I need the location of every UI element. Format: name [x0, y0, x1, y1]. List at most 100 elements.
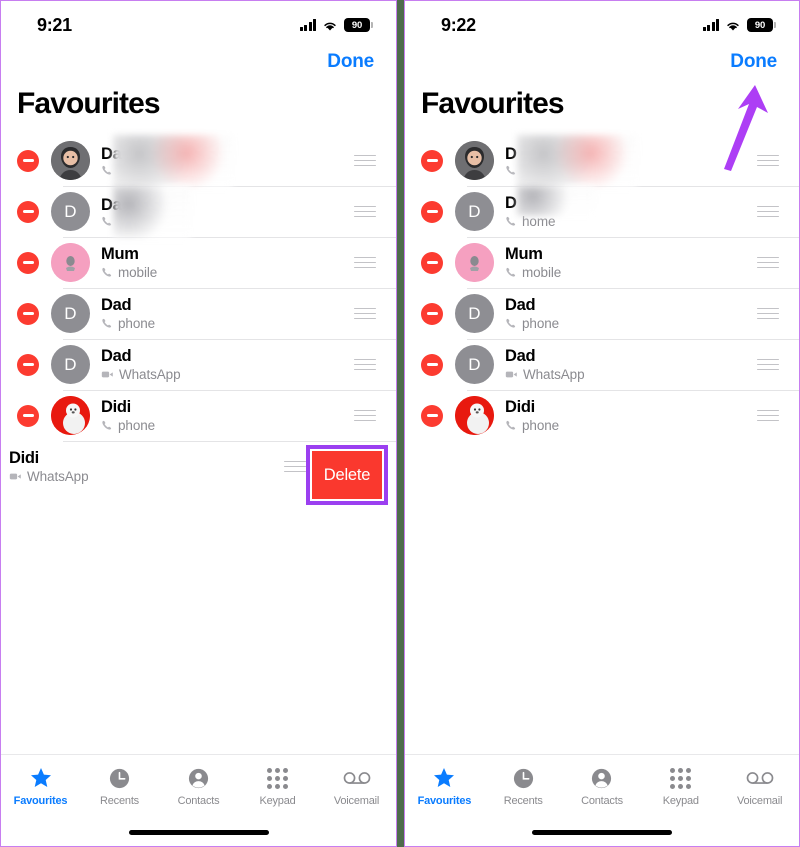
remove-minus-icon[interactable] [17, 251, 39, 274]
remove-minus-icon[interactable] [17, 149, 39, 172]
person-circle-icon [590, 765, 613, 791]
reorder-handle-icon[interactable] [354, 358, 376, 371]
reorder-handle-icon[interactable] [354, 307, 376, 320]
tab-recents[interactable]: Recents [80, 765, 159, 807]
remove-minus-icon[interactable] [421, 404, 443, 427]
avatar: D [455, 345, 494, 384]
tab-voicemail[interactable]: Voicemail [720, 765, 799, 807]
reorder-handle-icon[interactable] [757, 358, 779, 371]
remove-minus-icon[interactable] [17, 404, 39, 427]
avatar-initial: D [468, 303, 481, 323]
tab-label: Favourites [417, 795, 472, 807]
table-row[interactable]: Didi phone [405, 390, 799, 441]
done-button[interactable]: Done [327, 51, 374, 73]
favourites-list: D D D home Mum mobile D Dad phone D Dad … [405, 135, 799, 441]
favourites-list: Da D Da Mum mobile D Dad phone D Dad Wha… [1, 135, 396, 505]
table-row[interactable]: Mum mobile [1, 237, 396, 288]
remove-minus-icon[interactable] [17, 200, 39, 223]
done-button[interactable]: Done [730, 51, 777, 73]
contact-label: mobile [505, 264, 757, 281]
remove-minus-icon[interactable] [421, 302, 443, 325]
tab-favourites[interactable]: Favourites [1, 765, 80, 807]
table-row[interactable]: D Dad phone [1, 288, 396, 339]
reorder-handle-icon[interactable] [354, 409, 376, 422]
contact-name: Dad [505, 346, 536, 365]
wifi-icon [725, 19, 741, 31]
page-title: Favourites [421, 87, 565, 120]
avatar-initial: D [468, 354, 481, 374]
table-row[interactable]: Da [1, 135, 396, 187]
phone-screen-right: 9:22 90 Done Favourites D D D home Mum m… [404, 0, 800, 847]
tab-label: Recents [503, 795, 543, 807]
contact-name: D [505, 145, 517, 163]
row-text: Dad WhatsApp [505, 347, 757, 383]
table-row[interactable]: Mum mobile [405, 237, 799, 288]
contact-label-text: WhatsApp [27, 468, 89, 484]
phone-icon [505, 164, 517, 176]
tab-voicemail[interactable]: Voicemail [317, 765, 396, 807]
tab-favourites[interactable]: Favourites [405, 765, 484, 807]
contact-name: Didi [505, 397, 535, 416]
status-bar: 9:22 90 [405, 1, 799, 43]
home-indicator [532, 830, 672, 835]
reorder-handle-icon[interactable] [354, 154, 376, 167]
delete-button[interactable]: Delete [312, 451, 382, 499]
contact-label: WhatsApp [101, 366, 354, 383]
remove-minus-icon[interactable] [421, 251, 443, 274]
phone-icon [101, 164, 113, 176]
reorder-handle-icon[interactable] [757, 256, 779, 269]
avatar [51, 396, 90, 435]
avatar-initial: D [64, 303, 77, 323]
keypad-grid-icon [267, 765, 288, 791]
contact-label-text: phone [118, 417, 156, 433]
contact-label [101, 164, 354, 176]
remove-minus-icon[interactable] [421, 353, 443, 376]
phone-icon [101, 266, 113, 278]
reorder-handle-icon[interactable] [757, 409, 779, 422]
reorder-handle-icon[interactable] [284, 460, 306, 473]
row-text: Mum mobile [505, 245, 757, 281]
avatar [455, 243, 494, 282]
wifi-icon [322, 19, 338, 31]
contact-label: phone [505, 315, 757, 332]
row-text: Mum mobile [101, 245, 354, 281]
phone-icon [101, 317, 113, 329]
page-title: Favourites [17, 87, 161, 120]
nav-bar: Done [1, 43, 396, 81]
tab-contacts[interactable]: Contacts [563, 765, 642, 807]
contact-label-text: phone [118, 315, 156, 331]
avatar: D [51, 192, 90, 231]
reorder-handle-icon[interactable] [757, 154, 779, 167]
tab-recents[interactable]: Recents [484, 765, 563, 807]
table-row[interactable]: D Dad phone [405, 288, 799, 339]
table-row[interactable]: D [405, 135, 799, 187]
table-row-swiped[interactable]: Didi WhatsApp Delete [1, 441, 396, 505]
contact-name: Dad [101, 346, 132, 365]
reorder-handle-icon[interactable] [354, 256, 376, 269]
remove-minus-icon[interactable] [17, 353, 39, 376]
tab-keypad[interactable]: Keypad [641, 765, 720, 807]
remove-minus-icon[interactable] [17, 302, 39, 325]
remove-minus-icon[interactable] [421, 149, 443, 172]
contact-label: home [505, 213, 757, 230]
reorder-handle-icon[interactable] [757, 205, 779, 218]
table-row[interactable]: D Da [1, 186, 396, 238]
remove-minus-icon[interactable] [421, 200, 443, 223]
table-row[interactable]: Didi phone [1, 390, 396, 441]
avatar: D [51, 345, 90, 384]
home-indicator [128, 830, 269, 835]
contact-label: phone [505, 417, 757, 434]
avatar: D [455, 192, 494, 231]
reorder-handle-icon[interactable] [757, 307, 779, 320]
table-row[interactable]: D D home [405, 186, 799, 237]
table-row[interactable]: D Dad WhatsApp [405, 339, 799, 390]
contact-name: Dad [505, 295, 536, 314]
contact-label: WhatsApp [505, 366, 757, 383]
table-row[interactable]: D Dad WhatsApp [1, 339, 396, 390]
tab-contacts[interactable]: Contacts [159, 765, 238, 807]
reorder-handle-icon[interactable] [354, 205, 376, 218]
avatar [455, 396, 494, 435]
tab-keypad[interactable]: Keypad [238, 765, 317, 807]
avatar-initial: D [468, 201, 481, 221]
contact-name: Mum [101, 244, 139, 263]
